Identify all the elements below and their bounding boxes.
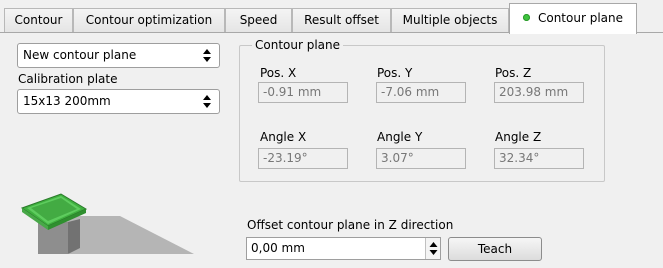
group-title: Contour plane	[252, 38, 344, 52]
pos-y-label: Pos. Y	[377, 66, 413, 80]
spin-buttons[interactable]	[425, 238, 440, 259]
tab-contour-optimization[interactable]: Contour optimization	[73, 8, 225, 33]
angle-x-label: Angle X	[260, 130, 307, 144]
tab-label: Result offset	[304, 13, 379, 27]
contour-plane-select[interactable]: New contour plane	[17, 43, 220, 68]
offset-label: Offset contour plane in Z direction	[247, 218, 454, 232]
teach-button[interactable]: Teach	[448, 237, 542, 261]
angle-y-label: Angle Y	[377, 130, 423, 144]
green-dot-icon	[522, 14, 530, 21]
angle-z-field: 32.34°	[494, 148, 584, 169]
pos-z-label: Pos. Z	[495, 66, 532, 80]
pos-x-field: -0.91 mm	[258, 82, 348, 103]
tab-bar: Contour Contour optimization Speed Resul…	[0, 0, 663, 34]
tab-label: Contour optimization	[85, 13, 213, 27]
tab-label: Speed	[239, 13, 278, 27]
updown-arrow-icon	[429, 242, 438, 255]
tab-contour[interactable]: Contour	[4, 8, 73, 33]
angle-y-field: 3.07°	[376, 148, 466, 169]
calibration-plate-select[interactable]: 15x13 200mm	[17, 89, 220, 114]
tab-label: Contour	[14, 13, 63, 27]
tab-label: Contour plane	[537, 11, 624, 25]
offset-spinbox[interactable]: 0,00 mm	[246, 237, 441, 260]
pos-z-field: 203.98 mm	[494, 82, 584, 103]
tab-contour-plane[interactable]: Contour plane	[509, 3, 637, 34]
offset-value: 0,00 mm	[251, 241, 305, 255]
pos-y-field: -7.06 mm	[376, 82, 466, 103]
updown-arrow-icon	[203, 95, 211, 108]
angle-z-label: Angle Z	[495, 130, 542, 144]
calibration-plate-label: Calibration plate	[18, 72, 118, 86]
tab-multiple-objects[interactable]: Multiple objects	[391, 8, 509, 33]
tab-label: Multiple objects	[402, 13, 498, 27]
contour-plane-select-value: New contour plane	[23, 48, 137, 62]
calibration-plate-select-value: 15x13 200mm	[23, 94, 111, 108]
tab-speed[interactable]: Speed	[225, 8, 292, 33]
calibration-plate-illustration	[20, 193, 194, 254]
tab-result-offset[interactable]: Result offset	[292, 8, 391, 33]
angle-x-field: -23.19°	[258, 148, 348, 169]
pos-x-label: Pos. X	[260, 66, 297, 80]
updown-arrow-icon	[203, 49, 211, 62]
